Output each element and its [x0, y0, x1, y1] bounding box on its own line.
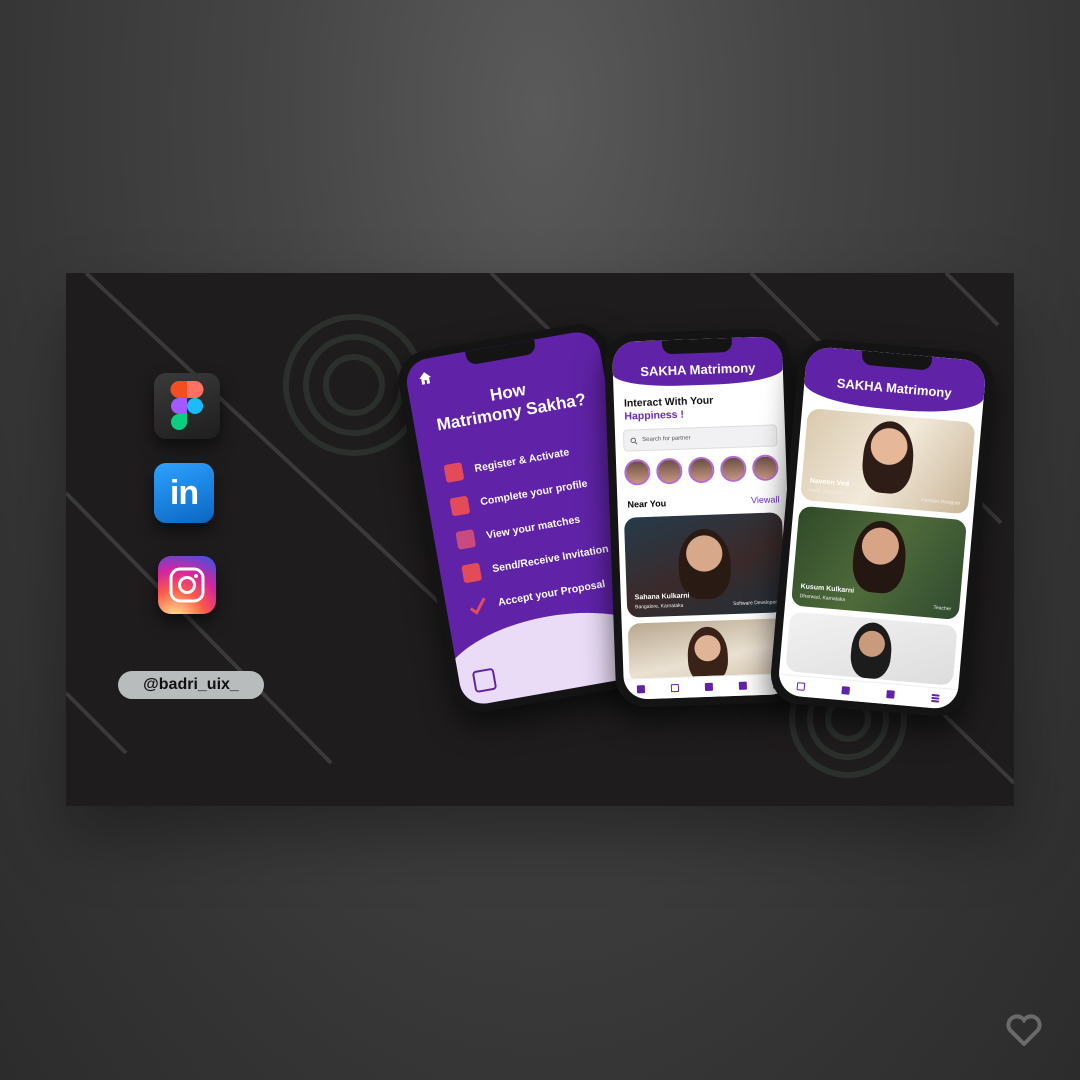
profile-photo	[860, 419, 917, 496]
search-input[interactable]: Search for partner	[622, 424, 778, 452]
avatar[interactable]	[623, 458, 651, 486]
heart-icon	[1006, 1014, 1042, 1046]
search-placeholder: Search for partner	[642, 435, 691, 444]
profile-name: Sahana Kulkarni	[634, 592, 690, 602]
near-you-row: Near You Viewall	[627, 494, 779, 509]
figma-icon[interactable]	[154, 373, 220, 439]
profile-location: Hubli, Karnataka	[808, 487, 847, 497]
heading-accent: Happiness !	[624, 408, 685, 423]
avatar[interactable]	[655, 457, 683, 485]
profile-card[interactable]: Kusum Kulkarni Dharwad, Karnataka Teache…	[790, 505, 967, 620]
profiles-screen: SAKHA Matrimony Naveen Ved Hubli, Karnat…	[777, 345, 987, 711]
profile-name: Naveen Ved	[809, 477, 850, 488]
step-label: Register & Activate	[473, 446, 571, 475]
phone-notch	[465, 339, 537, 366]
bottom-nav	[623, 672, 795, 700]
stories-row	[623, 454, 779, 486]
bookmark-icon[interactable]	[704, 682, 714, 692]
briefcase-icon[interactable]	[885, 689, 895, 699]
linkedin-logo-text: in	[169, 473, 199, 512]
heart-match-icon	[455, 529, 477, 550]
heading-text: Interact With Your	[623, 394, 714, 410]
profile-occupation: Software Developer	[732, 599, 778, 608]
envelope-icon	[461, 562, 483, 584]
checkmark-icon	[467, 596, 488, 617]
near-you-label: Near You	[627, 498, 667, 510]
step-label: Accept your Proposal	[497, 578, 607, 609]
promo-banner: in @badri_uix_ How Matrimony Sakha? Regi…	[66, 273, 1014, 806]
menu-icon[interactable]	[930, 696, 939, 700]
avatar[interactable]	[751, 454, 779, 482]
profile-photo	[850, 518, 909, 596]
intro-heading: Interact With Your Happiness !	[624, 395, 714, 424]
profile-location: Bangalore, Karnataka	[634, 602, 684, 611]
profile-card[interactable]	[785, 611, 958, 686]
profile-form-icon	[449, 495, 471, 517]
social-handle[interactable]: @badri_uix_	[118, 671, 264, 699]
home-icon[interactable]	[636, 685, 646, 694]
profile-occupation: Fashion Designer	[921, 497, 961, 507]
phone-profiles: SAKHA Matrimony Naveen Ved Hubli, Karnat…	[768, 337, 996, 719]
home-screen: SAKHA Matrimony Interact With Your Happi…	[611, 336, 795, 700]
avatar[interactable]	[687, 456, 715, 484]
linkedin-icon[interactable]: in	[154, 463, 214, 523]
avatar[interactable]	[719, 455, 747, 483]
step-label: View your matches	[485, 513, 581, 542]
profile-occupation: Teacher	[933, 604, 952, 613]
viewall-link[interactable]: Viewall	[751, 494, 780, 505]
profile-location: Dharwad, Karnataka	[799, 593, 846, 604]
onboarding-title: How Matrimony Sakha?	[410, 366, 610, 439]
profile-card[interactable]: Sahana Kulkarni Bangalore, Karnataka Sof…	[623, 512, 786, 618]
phone-notch	[661, 337, 733, 355]
calendar-icon[interactable]	[670, 683, 680, 693]
search-icon	[630, 437, 638, 444]
profile-photo	[848, 620, 894, 681]
calendar-icon[interactable]	[796, 682, 805, 691]
user-card-icon	[443, 462, 465, 483]
briefcase-icon[interactable]	[738, 681, 748, 690]
bookmark-icon[interactable]	[840, 686, 850, 695]
home-icon[interactable]	[417, 370, 433, 386]
profile-photo	[677, 528, 732, 600]
instagram-icon[interactable]	[158, 556, 216, 614]
next-button-icon[interactable]	[471, 667, 498, 694]
profile-card[interactable]: Naveen Ved Hubli, Karnataka Fashion Desi…	[800, 408, 976, 515]
